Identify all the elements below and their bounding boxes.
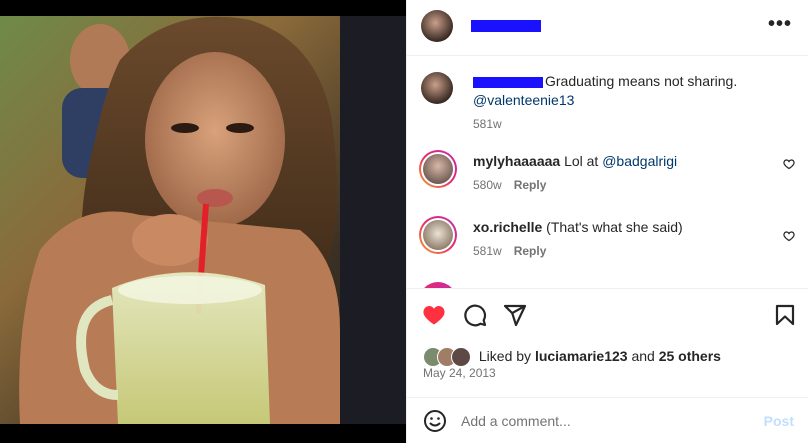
comment-text: Lol at xyxy=(564,153,603,169)
more-icon[interactable]: ••• xyxy=(768,14,792,34)
liker-avatars xyxy=(423,347,475,368)
comment-avatar-ring[interactable] xyxy=(419,216,457,254)
post-photo[interactable] xyxy=(0,0,406,443)
comment-username[interactable]: xo.richelle xyxy=(473,219,542,235)
comments-list[interactable]: Graduating means not sharing. @valenteen… xyxy=(407,56,808,288)
caption-username-redaction xyxy=(473,76,543,88)
comment-username[interactable]: mylyhaaaaaa xyxy=(473,153,560,169)
caption-body: Graduating means not sharing. xyxy=(473,72,737,90)
comment-icon[interactable] xyxy=(463,303,487,327)
photo-image xyxy=(0,0,406,443)
comment-avatar-ring[interactable] xyxy=(419,150,457,188)
likes-username[interactable]: luciamarie123 xyxy=(535,348,628,364)
likes-prefix: Liked by xyxy=(478,348,535,364)
reply-button[interactable]: Reply xyxy=(514,178,547,192)
caption-text: Graduating means not sharing. xyxy=(545,73,738,89)
share-icon[interactable] xyxy=(503,303,527,327)
heart-icon[interactable] xyxy=(422,303,446,327)
add-comment-bar: Post xyxy=(407,397,808,444)
comment-time: 580w xyxy=(473,178,502,192)
caption-avatar[interactable] xyxy=(421,72,453,104)
post-date[interactable]: May 24, 2013 xyxy=(423,366,496,380)
comment-meta: 581w Reply xyxy=(473,244,546,258)
likes-summary[interactable]: Liked by luciamarie123 and 25 others xyxy=(423,346,721,368)
comment-meta: 580w Reply xyxy=(473,178,546,192)
comment-like-heart-icon[interactable] xyxy=(783,158,795,170)
comment-body: xo.richelle (That's what she said) xyxy=(473,218,683,236)
reply-button[interactable]: Reply xyxy=(514,244,547,258)
caption-mention[interactable]: @valenteenie13 xyxy=(473,91,574,109)
comment-text: (That's what she said) xyxy=(546,219,683,235)
post-details: ••• Graduating means not sharing. @valen… xyxy=(406,0,808,443)
comment-like-heart-icon[interactable] xyxy=(783,230,795,242)
emoji-icon[interactable] xyxy=(423,409,447,433)
author-avatar[interactable] xyxy=(421,10,453,42)
comment-time: 581w xyxy=(473,244,502,258)
comment-mention[interactable]: @badgalrigi xyxy=(602,153,677,169)
comment-body: mylyhaaaaaa Lol at @badgalrigi xyxy=(473,152,677,170)
username-redaction xyxy=(471,20,541,32)
bookmark-icon[interactable] xyxy=(773,303,797,327)
post-header: ••• xyxy=(407,0,808,56)
likes-middle: and xyxy=(627,348,659,364)
likes-others[interactable]: 25 others xyxy=(659,348,721,364)
post-comment-button[interactable]: Post xyxy=(764,413,794,429)
caption-time: 581w xyxy=(473,117,502,131)
comment-input[interactable] xyxy=(459,408,753,434)
